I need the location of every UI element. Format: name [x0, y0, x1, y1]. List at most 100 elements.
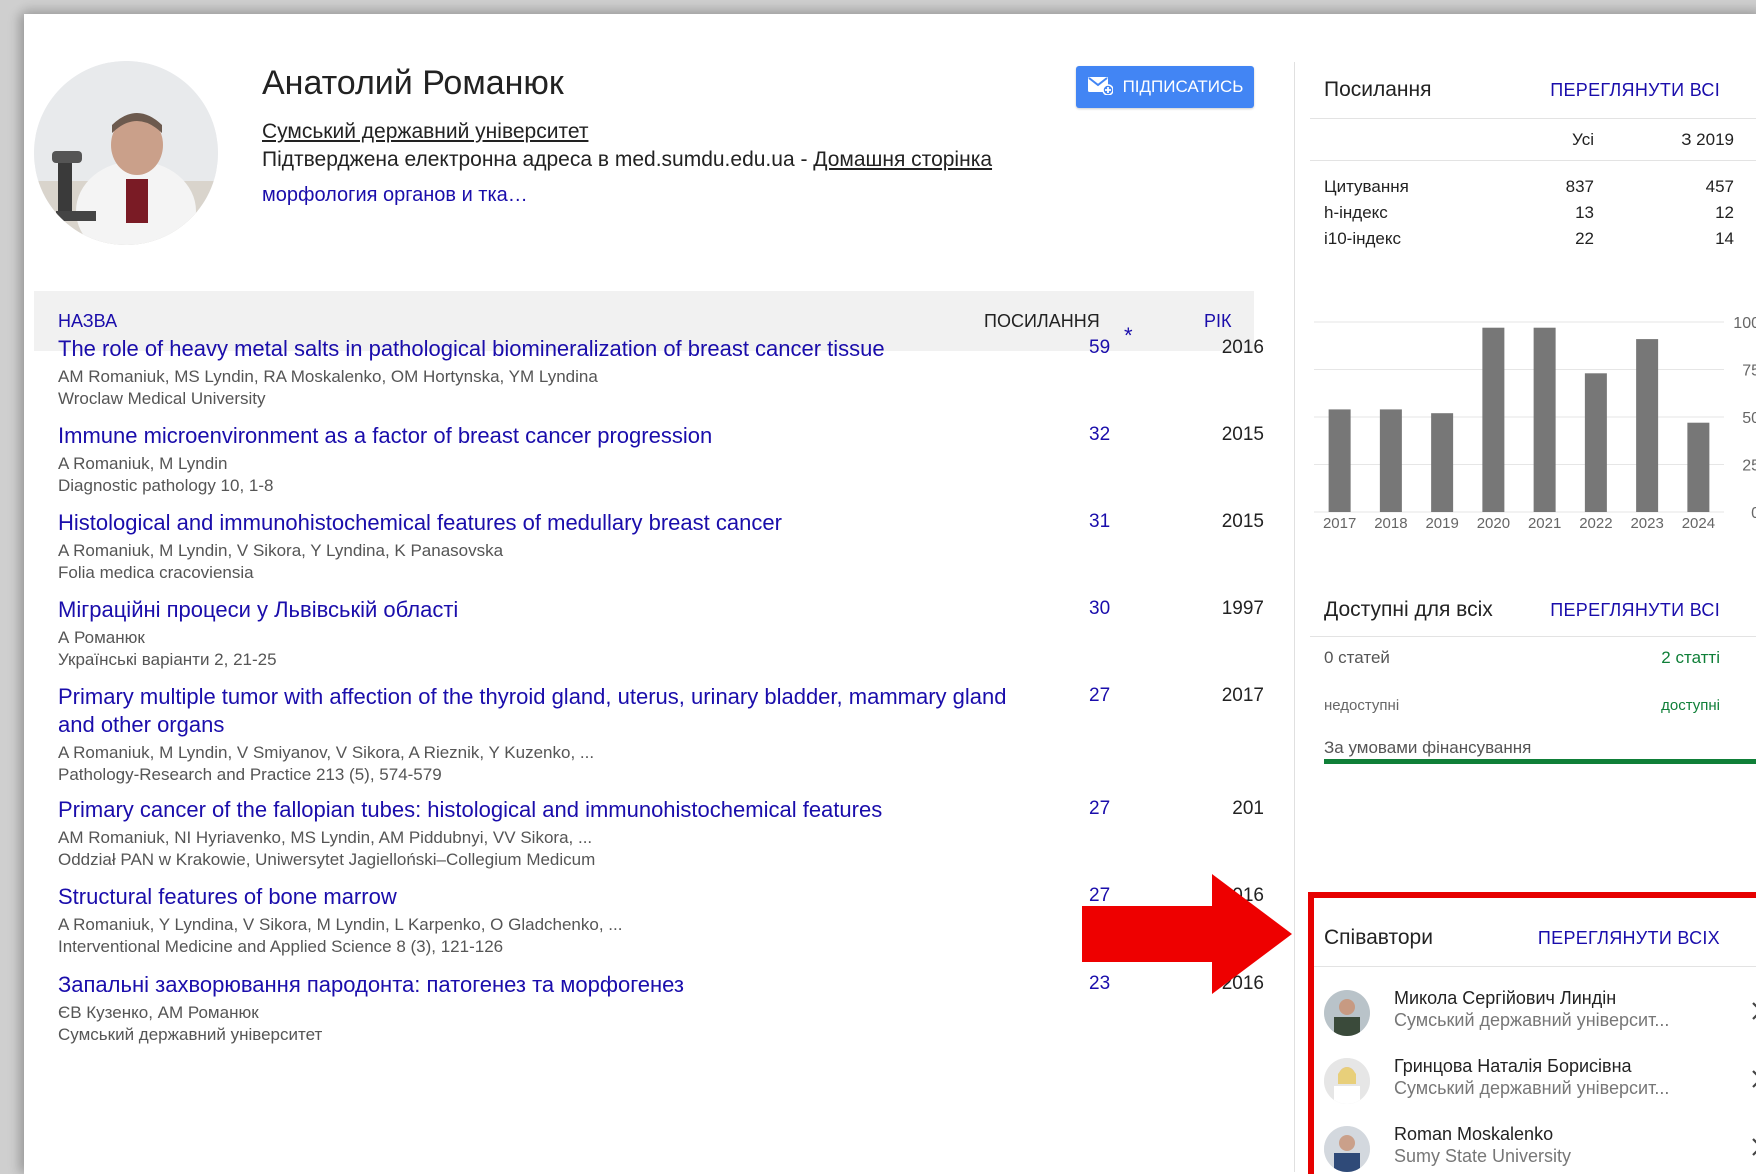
article-title[interactable]: Primary multiple tumor with affection of… — [58, 683, 1018, 739]
coauthors-title: Співавтори — [1324, 926, 1433, 949]
funding-mandates-link[interactable]: За умовами фінансування — [1324, 738, 1531, 758]
chevron-right-icon — [1750, 1136, 1756, 1163]
article-venue: Сумський державний університет — [58, 1025, 323, 1044]
citations-title: Посилання — [1324, 78, 1432, 101]
article-authors: AM Romaniuk, MS Lyndin, RA Moskalenko, O… — [58, 367, 598, 386]
follow-label: ПІДПИСАТИСЬ — [1122, 77, 1244, 96]
coauthors-view-all-link[interactable]: ПЕРЕГЛЯНУТИ ВСІХ — [1538, 928, 1720, 949]
merged-citations-star: * — [1124, 323, 1133, 348]
article-year: 2015 — [1221, 511, 1264, 532]
available-count[interactable]: 2 статті — [1661, 648, 1720, 668]
sort-by-citations[interactable]: ПОСИЛАННЯ — [984, 311, 1100, 332]
research-interest-link[interactable]: морфология органов и тка… — [262, 184, 528, 207]
chart-x-tick-label: 2021 — [1528, 515, 1561, 532]
coauthor-item[interactable]: Микола Сергійович Линдін Сумський держав… — [1324, 986, 1756, 1044]
scholar-profile-page: Анатолий Романюк Сумський державний унів… — [24, 14, 1756, 1174]
article-cited-by[interactable]: 27 — [1089, 798, 1139, 820]
coauthor-affiliation: Сумський державний університ... — [1394, 1078, 1670, 1098]
chart-bar[interactable] — [1482, 327, 1505, 512]
coauthor-avatar — [1324, 1126, 1370, 1172]
chart-bar[interactable] — [1636, 339, 1659, 512]
i10-index-all: 22 — [1575, 229, 1594, 248]
article-authors: A Romaniuk, M Lyndin, V Smiyanov, V Siko… — [58, 743, 595, 762]
article-venue: Українські варіанти 2, 21-25 — [58, 650, 277, 669]
article-authors: ЄВ Кузенко, АМ Романюк — [58, 1003, 259, 1022]
article-authors: A Romaniuk, M Lyndin, V Sikora, Y Lyndin… — [58, 541, 504, 560]
i10-index-label: i10-індекс — [1324, 229, 1402, 248]
article-year: 1997 — [1221, 598, 1264, 619]
affiliation-link[interactable]: Сумський державний університет — [262, 120, 588, 143]
chart-x-tick-label: 2018 — [1374, 515, 1407, 532]
article-venue: Pathology-Research and Practice 213 (5),… — [58, 765, 442, 784]
article-cited-by[interactable]: 31 — [1089, 511, 1139, 533]
profile-avatar — [34, 61, 218, 245]
divider — [1310, 160, 1756, 161]
article-venue: Oddział PAN w Krakowie, Uniwersytet Jagi… — [58, 850, 596, 869]
unavailable-label: недоступні — [1324, 697, 1400, 714]
chart-bar[interactable] — [1687, 422, 1710, 512]
profile-photo — [34, 61, 218, 245]
article-title[interactable]: The role of heavy metal salts in patholo… — [58, 335, 1018, 363]
article-year: 2015 — [1221, 424, 1264, 445]
article-title[interactable]: Міграційні процеси у Львівській області — [58, 596, 1018, 624]
coauthor-avatar — [1324, 990, 1370, 1036]
chart-x-tick-label: 2024 — [1682, 515, 1715, 532]
article-authors: A Romaniuk, Y Lyndina, V Sikora, M Lyndi… — [58, 915, 623, 934]
unavailable-count[interactable]: 0 статей — [1324, 648, 1390, 668]
coauthor-item[interactable]: Roman Moskalenko Sumy State University — [1324, 1122, 1756, 1174]
article-year: 201 — [1232, 798, 1264, 819]
chart-bar[interactable] — [1533, 327, 1556, 512]
available-label: доступні — [1661, 697, 1720, 714]
profile-affiliation[interactable]: Сумський державний університет — [262, 120, 588, 144]
chart-x-tick-label: 2020 — [1477, 515, 1510, 532]
chevron-right-icon — [1750, 1068, 1756, 1095]
citations-view-all-link[interactable]: ПЕРЕГЛЯНУТИ ВСІ — [1550, 80, 1720, 101]
chart-x-tick-label: 2019 — [1425, 515, 1458, 532]
chart-bar[interactable] — [1379, 409, 1402, 512]
article-title[interactable]: Запальні захворювання пародонта: патоген… — [58, 971, 1018, 999]
sort-by-title[interactable]: НАЗВА — [58, 311, 117, 332]
profile-name: Анатолий Романюк — [262, 64, 564, 102]
coauthor-name: Roman Moskalenko — [1394, 1124, 1554, 1144]
chart-y-tick-label: 0 — [1751, 505, 1756, 522]
article-cited-by[interactable]: 30 — [1089, 598, 1139, 620]
profile-email: Підтверджена електронна адреса в med.sum… — [262, 148, 992, 172]
coauthor-name: Микола Сергійович Линдін — [1394, 988, 1617, 1008]
coauthor-item[interactable]: Гринцова Наталія Борисівна Сумський держ… — [1324, 1054, 1756, 1112]
article-title[interactable]: Structural features of bone marrow — [58, 883, 1018, 911]
article-authors: A Romaniuk, M Lyndin — [58, 454, 228, 473]
chart-bar[interactable] — [1328, 409, 1351, 512]
follow-button[interactable]: ПІДПИСАТИСЬ — [1076, 66, 1254, 108]
article-venue: Diagnostic pathology 10, 1-8 — [58, 476, 274, 495]
coauthor-name: Гринцова Наталія Борисівна — [1394, 1056, 1632, 1076]
homepage-link[interactable]: Домашня сторінка — [813, 148, 992, 171]
citations-label: Цитування — [1324, 177, 1409, 196]
panel-divider — [1294, 62, 1295, 1172]
citations-all: 837 — [1565, 177, 1594, 196]
article-title[interactable]: Primary cancer of the fallopian tubes: h… — [58, 796, 1018, 824]
article-authors: А Романюк — [58, 628, 145, 647]
h-index-all: 13 — [1575, 203, 1594, 222]
chart-y-tick-label: 100 — [1733, 315, 1756, 332]
sort-by-year[interactable]: РІК — [1204, 311, 1232, 332]
coauthor-affiliation: Сумський державний університ... — [1394, 1010, 1670, 1030]
chart-bar[interactable] — [1584, 373, 1607, 512]
open-access-view-all-link[interactable]: ПЕРЕГЛЯНУТИ ВСІ — [1550, 600, 1720, 621]
article-cited-by[interactable]: 27 — [1089, 685, 1139, 707]
article-venue: Folia medica cracoviensia — [58, 563, 254, 582]
article-cited-by[interactable]: 32 — [1089, 424, 1139, 446]
citations-since: 457 — [1705, 177, 1734, 196]
chart-x-tick-label: 2017 — [1323, 515, 1356, 532]
article-title[interactable]: Histological and immunohistochemical fea… — [58, 509, 1018, 537]
coauthor-affiliation: Sumy State University — [1394, 1146, 1572, 1166]
article-venue: Interventional Medicine and Applied Scie… — [58, 937, 504, 956]
article-title[interactable]: Immune microenvironment as a factor of b… — [58, 422, 1018, 450]
divider — [1310, 636, 1756, 637]
chart-bar[interactable] — [1431, 413, 1454, 512]
chart-x-tick-label: 2023 — [1630, 515, 1663, 532]
email-text: Підтверджена електронна адреса в med.sum… — [262, 148, 814, 171]
divider — [1310, 118, 1756, 119]
chart-y-tick-label: 50 — [1742, 410, 1756, 427]
chart-y-tick-label: 75 — [1742, 363, 1756, 380]
citations-per-year-chart: 2017 2018 2019 2020 2021 2022 2023 2024 0 25 50 75… — [1314, 315, 1756, 532]
